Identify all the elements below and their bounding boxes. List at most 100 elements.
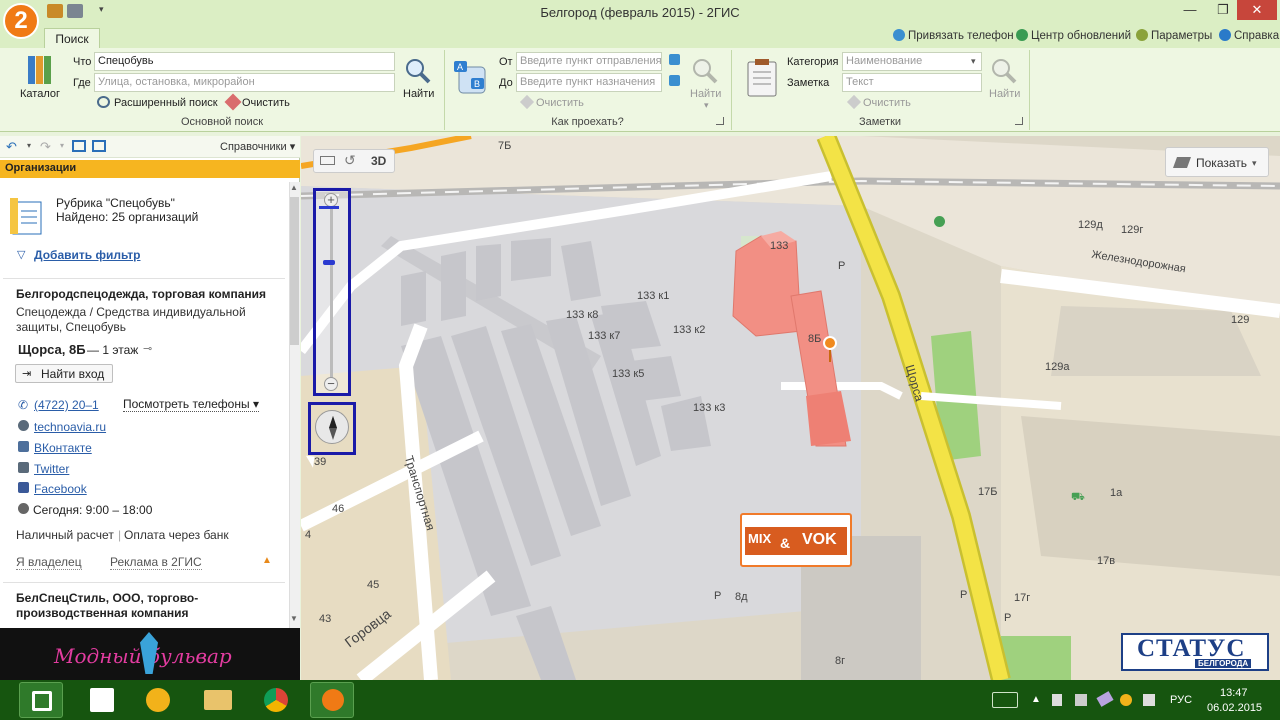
compass-icon[interactable]	[315, 410, 349, 444]
map-label: 129а	[1045, 361, 1070, 373]
route-find-dropdown-icon[interactable]: ▾	[704, 100, 709, 111]
app-logo[interactable]: 2	[3, 3, 39, 39]
back-dropdown-icon[interactable]: ▾	[27, 141, 31, 150]
view-3d-button[interactable]: 3D	[371, 154, 386, 168]
ad-banner[interactable]: Модный бульвар	[0, 628, 300, 680]
advertise-link[interactable]: Реклама в 2ГИС	[110, 555, 202, 570]
phone-icon	[893, 29, 905, 41]
to-input[interactable]: Введите пункт назначения	[516, 73, 662, 92]
route-expand-icon[interactable]	[716, 117, 724, 125]
facebook-link[interactable]: Facebook	[34, 482, 87, 496]
taskbar-app-1[interactable]	[19, 682, 63, 718]
ruler-icon[interactable]	[320, 156, 335, 165]
grid-view-icon[interactable]	[92, 140, 106, 152]
pick-to-icon[interactable]	[669, 75, 680, 86]
route-find-button[interactable]: Найти	[690, 88, 721, 100]
tray-app-icon[interactable]	[1120, 694, 1132, 706]
zoom-track[interactable]	[330, 208, 333, 378]
org-name[interactable]: БелСпецСтиль, ООО, торгово-производствен…	[16, 591, 266, 621]
notes-search-icon[interactable]	[991, 58, 1017, 84]
link-help[interactable]: Справка	[1219, 29, 1279, 42]
search-icon[interactable]	[405, 58, 431, 84]
floor-plan-icon[interactable]: ⊸	[143, 342, 152, 355]
directories-dropdown[interactable]: Справочники ▾	[220, 140, 295, 153]
catalog-button[interactable]: Каталог	[20, 88, 60, 100]
language-indicator[interactable]: РУС	[1170, 694, 1192, 706]
map-view[interactable]: 7Б 133 133 к1 133 к8 133 к7 133 к2 133 к…	[301, 136, 1280, 680]
app-triangle-icon	[146, 688, 170, 712]
catalog-icon[interactable]	[24, 53, 56, 87]
notes-expand-icon[interactable]	[1015, 117, 1023, 125]
scroll-down-icon[interactable]: ▼	[290, 614, 298, 623]
route-search-icon[interactable]	[692, 58, 718, 84]
link-updates[interactable]: Центр обновлений	[1016, 29, 1131, 42]
org-phone[interactable]: (4722) 20–1	[34, 398, 106, 412]
advanced-search-link[interactable]: Расширенный поиск	[114, 97, 218, 109]
to-label: До	[499, 77, 513, 89]
taskbar-app-2[interactable]	[80, 682, 124, 718]
owner-link[interactable]: Я владелец	[16, 555, 82, 570]
route-icon[interactable]: AB	[453, 58, 489, 98]
show-phones-link[interactable]: Посмотреть телефоны ▾	[123, 397, 259, 412]
forward-icon[interactable]: ↷	[40, 139, 51, 155]
zoom-out-button[interactable]: −	[324, 377, 338, 391]
add-filter-link[interactable]: Добавить фильтр	[34, 248, 140, 262]
clock-time[interactable]: 13:47	[1220, 687, 1248, 699]
clear-search-button[interactable]: Очистить	[242, 97, 290, 109]
find-entrance-button[interactable]: ⇥ Найти вход	[15, 364, 113, 383]
zoom-top-mark	[319, 206, 339, 209]
tab-search[interactable]: Поиск	[44, 28, 100, 49]
zoom-in-button[interactable]: +	[324, 193, 338, 207]
network-icon[interactable]	[1075, 694, 1087, 706]
mix-vok-ad[interactable]: MIX & VOK	[740, 513, 852, 567]
list-view-icon[interactable]	[72, 140, 86, 152]
location-marker-icon[interactable]	[823, 336, 837, 350]
maximize-button[interactable]: ❐	[1210, 0, 1236, 20]
link-bind-phone[interactable]: Привязать телефон	[893, 29, 1014, 42]
notes-clear-button[interactable]: Очистить	[863, 97, 911, 109]
twitter-link[interactable]: Twitter	[34, 462, 69, 476]
taskbar-2gis[interactable]	[310, 682, 354, 718]
org-address[interactable]: Щорса, 8Б	[18, 342, 86, 357]
where-input[interactable]: Улица, остановка, микрорайон	[94, 73, 395, 92]
tray-expand-icon[interactable]: ▲	[1031, 694, 1041, 705]
taskbar-app-3[interactable]	[136, 682, 180, 718]
notes-find-button[interactable]: Найти	[989, 88, 1020, 100]
app-c-icon	[32, 691, 52, 711]
rotate-icon[interactable]: ↺	[344, 152, 356, 169]
org-website[interactable]: technoavia.ru	[34, 420, 106, 434]
2gis-icon	[322, 689, 344, 711]
volume-icon[interactable]	[1052, 694, 1062, 706]
what-input[interactable]: Спецобувь	[94, 52, 395, 71]
scroll-up-icon[interactable]: ▲	[290, 183, 298, 192]
zoom-slider-handle[interactable]	[323, 260, 335, 265]
close-button[interactable]: ✕	[1237, 0, 1277, 20]
forward-dropdown-icon[interactable]: ▾	[60, 141, 64, 150]
minimize-button[interactable]: —	[1170, 0, 1210, 20]
chrome-icon	[264, 688, 288, 712]
vk-link[interactable]: ВКонтакте	[34, 441, 92, 455]
taskbar-explorer[interactable]	[196, 682, 240, 718]
map-label: 133 к1	[637, 290, 670, 302]
taskbar-chrome[interactable]	[254, 682, 298, 718]
link-settings[interactable]: Параметры	[1136, 29, 1212, 42]
scrollbar-thumb[interactable]	[290, 197, 299, 345]
status-logo[interactable]: СТАТУС БЕЛГОРОДА	[1121, 633, 1269, 671]
keyboard-icon[interactable]	[992, 692, 1018, 708]
notes-icon[interactable]	[745, 58, 779, 98]
from-input[interactable]: Введите пункт отправления	[516, 52, 662, 71]
find-button[interactable]: Найти	[403, 88, 434, 100]
note-label: Заметка	[787, 77, 830, 89]
flag-icon[interactable]	[1143, 694, 1155, 706]
pick-from-icon[interactable]	[669, 54, 680, 65]
category-dropdown-icon[interactable]: ▾	[971, 56, 976, 67]
route-clear-button[interactable]: Очистить	[536, 97, 584, 109]
org-name[interactable]: Белгородспецодежда, торговая компания	[16, 287, 286, 301]
show-layers-button[interactable]: Показать ▾	[1165, 147, 1269, 177]
amp-text: &	[780, 535, 791, 551]
filter-icon: ▽	[17, 249, 26, 261]
clock-date[interactable]: 06.02.2015	[1207, 702, 1262, 714]
category-select[interactable]: Наименование	[842, 52, 982, 71]
back-icon[interactable]: ↶	[6, 139, 17, 155]
note-input[interactable]: Текст	[842, 73, 982, 92]
